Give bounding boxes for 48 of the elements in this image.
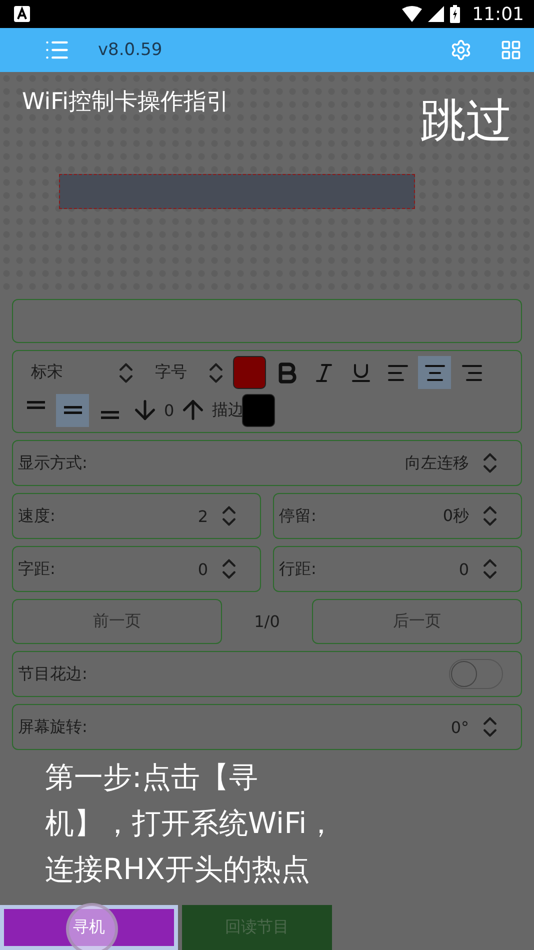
setting-row[interactable]: 字距: 0 <box>12 546 261 592</box>
setting-value: 0 <box>198 560 208 578</box>
previous-page-button[interactable]: 前一页 <box>12 599 222 644</box>
vertical-align-icon <box>100 411 118 420</box>
setting-label: 节目花边: <box>18 664 88 684</box>
text-color-swatch[interactable] <box>233 356 266 390</box>
font-size-select[interactable]: 字号 <box>143 362 199 384</box>
vertical-align-icon <box>26 401 44 410</box>
battery-icon <box>450 5 460 23</box>
setting-label: 屏幕旋转: <box>18 716 88 738</box>
skip-button[interactable]: 跳过 <box>420 90 512 152</box>
wifi-icon <box>402 6 422 22</box>
setting-row[interactable]: 停留: 0秒 <box>273 493 522 539</box>
guide-step-text: 第一步:点击【寻 机】，打开系统WiFi， 连接RHX开头的热点 <box>45 759 336 888</box>
settings-icon[interactable] <box>450 39 472 61</box>
bottom-button[interactable]: 寻机 <box>0 905 178 950</box>
stroke-label: 描边 <box>212 400 244 421</box>
next-page-button[interactable]: 后一页 <box>312 599 522 644</box>
page-counter: 1/0 <box>253 612 281 631</box>
text-input-field[interactable] <box>12 299 522 343</box>
clock-time: 11:01 <box>472 4 524 24</box>
setting-label: 停留: <box>279 506 316 526</box>
vertical-align-toggle[interactable] <box>56 394 89 427</box>
setting-value: 2 <box>198 506 208 526</box>
app-version: v8.0.59 <box>98 40 164 60</box>
setting-row[interactable]: 行距: 0 <box>273 546 522 592</box>
setting-label: 速度: <box>18 506 56 526</box>
setting-row[interactable]: 显示方式: 向左连移 <box>12 440 522 486</box>
tap-indicator <box>66 903 118 950</box>
setting-row[interactable]: 屏幕旋转: 0° <box>12 704 522 750</box>
vertical-align-icon <box>64 406 82 414</box>
setting-value: 0 <box>458 560 469 578</box>
setting-value: 0秒 <box>442 506 469 526</box>
setting-row[interactable]: 速度: 2 <box>12 493 261 539</box>
setting-label: 显示方式: <box>18 452 88 474</box>
setting-label: 行距: <box>279 558 316 580</box>
grid-icon[interactable] <box>500 39 522 61</box>
setting-value: 向左连移 <box>405 452 469 474</box>
setting-label: 字距: <box>18 558 56 580</box>
border-toggle[interactable] <box>449 659 503 689</box>
guide-title: WiFi控制卡操作指引 <box>22 88 230 117</box>
align-toggle[interactable] <box>418 356 451 390</box>
notification-icon <box>14 6 30 22</box>
stroke-color-swatch[interactable] <box>242 394 276 427</box>
setting-value: 0° <box>450 718 469 736</box>
font-select[interactable]: 标宋 <box>19 362 109 384</box>
signal-icon <box>428 6 444 22</box>
offset-value: 0 <box>164 400 174 420</box>
